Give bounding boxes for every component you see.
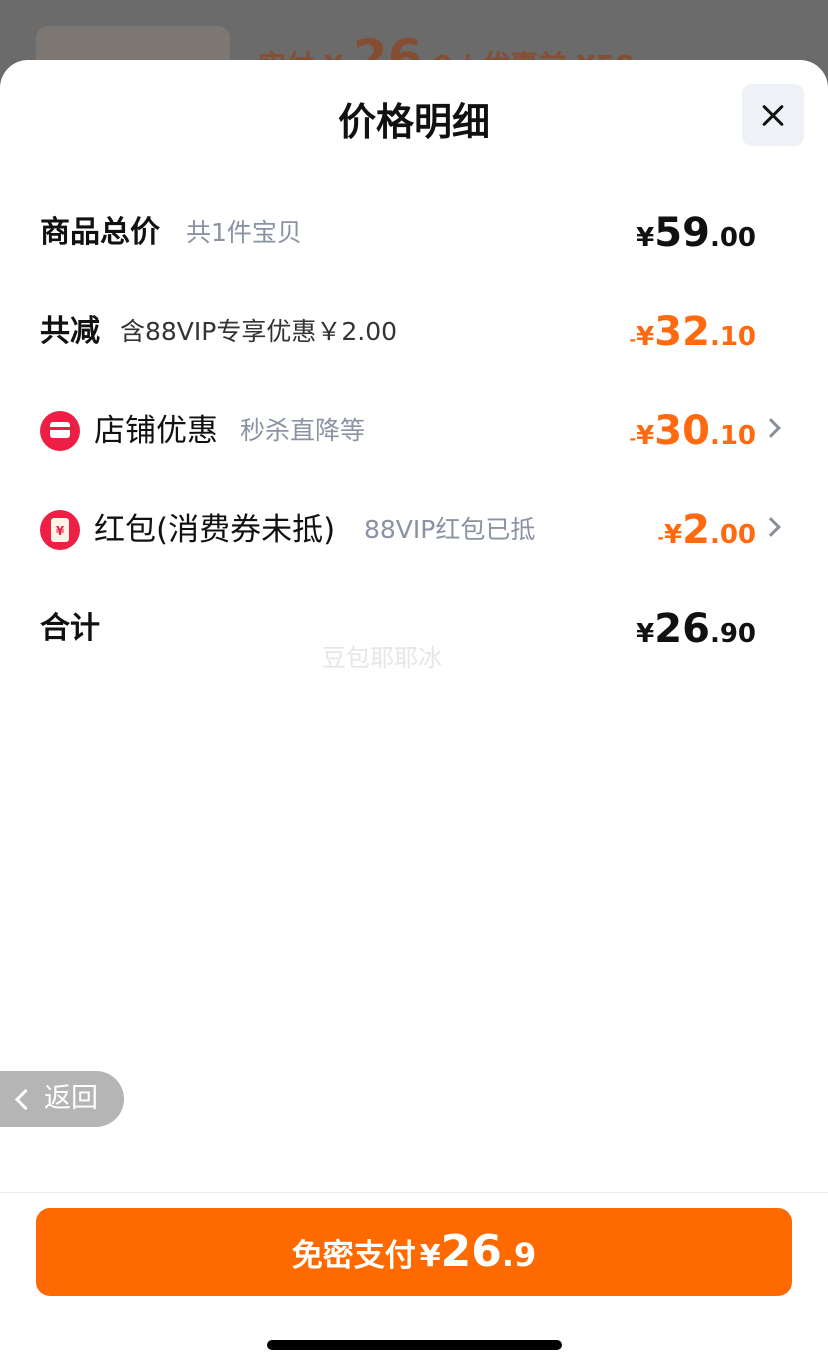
footer-divider — [0, 1192, 828, 1193]
chevron-right-icon — [761, 517, 781, 537]
row-goods-total: 商品总价 共1件宝贝 ¥59.00 — [0, 203, 828, 263]
back-label: 返回 — [44, 1083, 98, 1114]
goods-count: 共1件宝贝 — [186, 218, 302, 247]
pay-button[interactable]: 免密支付 ¥26.9 — [36, 1208, 792, 1296]
watermark: 豆包耶耶冰 — [322, 644, 442, 672]
price-detail-sheet: 价格明细 商品总价 共1件宝贝 ¥59.00 共减 含88VIP专享优惠￥2.0… — [0, 60, 828, 1368]
vip-discount-note: 含88VIP专享优惠￥2.00 — [120, 317, 398, 346]
red-packet-icon: ¥ — [40, 510, 80, 550]
total-amount: ¥26.90 — [636, 606, 756, 652]
shop-discount-amount: -¥30.10 — [629, 408, 756, 454]
pay-button-label: 免密支付 — [291, 1238, 416, 1274]
pay-button-int: 26 — [440, 1226, 502, 1277]
shop-discount-note: 秒杀直降等 — [240, 416, 366, 445]
red-packet-note: 88VIP红包已抵 — [364, 515, 536, 544]
close-button[interactable] — [742, 84, 804, 146]
shop-discount-label: 店铺优惠 — [94, 413, 218, 449]
shop-icon — [40, 411, 80, 451]
pay-button-symbol: ¥ — [419, 1239, 441, 1274]
row-total-reduction: 共减 含88VIP专享优惠￥2.00 -¥32.10 — [0, 302, 828, 362]
row-red-packet[interactable]: ¥ 红包(消费券未抵) 88VIP红包已抵 -¥2.00 — [0, 500, 828, 560]
sheet-title: 价格明细 — [337, 100, 490, 144]
total-reduction-label: 共减 — [40, 314, 100, 349]
goods-total-label: 商品总价 — [40, 215, 160, 250]
row-shop-discount[interactable]: 店铺优惠 秒杀直降等 -¥30.10 — [0, 401, 828, 461]
chevron-right-icon — [761, 418, 781, 438]
home-indicator[interactable] — [267, 1340, 562, 1350]
chevron-left-icon — [14, 1088, 37, 1111]
total-label: 合计 — [40, 611, 100, 646]
red-packet-label: 红包(消费券未抵) — [94, 512, 336, 548]
pay-button-dec: .9 — [501, 1236, 537, 1274]
back-button[interactable]: 返回 — [0, 1071, 124, 1127]
red-packet-amount: -¥2.00 — [657, 507, 756, 553]
total-reduction-amount: -¥32.10 — [629, 309, 756, 355]
goods-total-amount: ¥59.00 — [636, 210, 756, 256]
